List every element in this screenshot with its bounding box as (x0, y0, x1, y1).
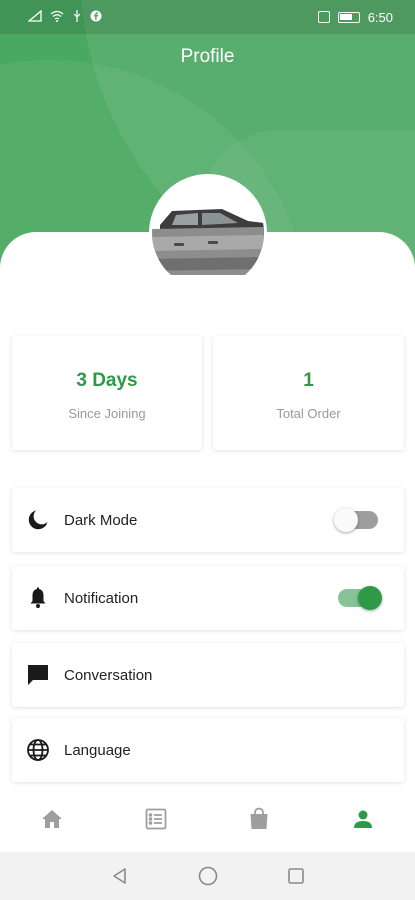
setting-dark-mode[interactable]: Dark Mode (12, 488, 404, 552)
back-icon[interactable] (108, 864, 132, 888)
car-photo (152, 177, 264, 289)
stat-card-total-order[interactable]: 1 Total Order (213, 336, 404, 450)
bottom-nav (0, 792, 415, 850)
avatar[interactable] (149, 174, 267, 292)
nav-profile[interactable] (311, 792, 415, 850)
home-icon (40, 807, 64, 836)
nav-orders[interactable] (104, 792, 208, 850)
battery-icon (337, 11, 360, 23)
usb-icon (72, 9, 82, 25)
profile-icon (351, 807, 375, 836)
bell-icon (26, 586, 50, 610)
setting-notification[interactable]: Notification (12, 566, 404, 630)
facebook-icon (90, 10, 102, 25)
bag-icon (247, 807, 271, 836)
sim-icon (27, 9, 42, 25)
vibrate-icon (317, 11, 330, 23)
stat-value: 1 (303, 370, 314, 391)
stat-value: 3 Days (76, 370, 138, 391)
nav-cart[interactable] (208, 792, 312, 850)
notification-toggle[interactable] (338, 586, 382, 610)
chat-icon (26, 663, 50, 687)
dark-mode-toggle[interactable] (334, 508, 378, 532)
setting-label: Language (64, 741, 131, 759)
setting-label: Conversation (64, 666, 153, 684)
status-time: 6:50 (367, 9, 393, 25)
globe-icon (26, 738, 50, 762)
system-nav-bar (0, 852, 415, 900)
toggle-knob (334, 508, 358, 532)
toggle-knob (358, 586, 382, 610)
wifi-icon (50, 10, 64, 25)
stat-card-since-joining: 3 Days Since Joining (12, 336, 202, 450)
stat-label: Since Joining (68, 406, 146, 421)
stat-label: Total Order (276, 406, 341, 421)
orders-list-icon (144, 807, 168, 836)
setting-language[interactable]: Language (12, 718, 404, 782)
setting-label: Dark Mode (64, 511, 138, 529)
recents-icon[interactable] (284, 864, 308, 888)
status-right-icons: 6:50 (317, 9, 393, 25)
nav-home[interactable] (0, 792, 104, 850)
moon-icon (26, 508, 50, 532)
page-title: Profile (180, 46, 235, 67)
setting-label: Notification (64, 589, 139, 607)
home-circle-icon[interactable] (196, 864, 220, 888)
status-bar: 6:50 (0, 0, 415, 34)
setting-conversation[interactable]: Conversation (12, 643, 404, 707)
status-left-icons (27, 9, 102, 25)
